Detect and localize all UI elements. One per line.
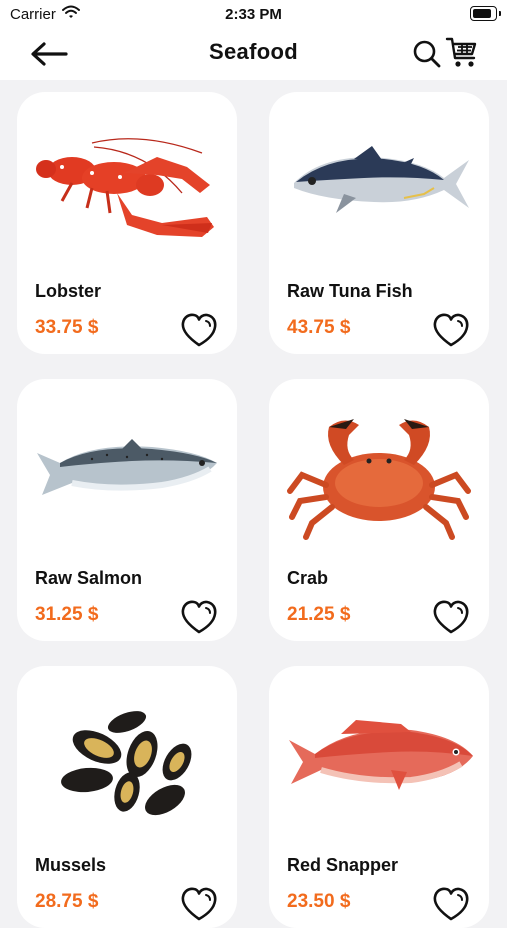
product-image-lobster [29, 118, 225, 258]
favorite-button[interactable] [179, 312, 219, 348]
product-image-mussels [29, 692, 225, 832]
status-bar: Carrier 2:33 PM [0, 0, 507, 28]
heart-icon [181, 887, 217, 921]
search-icon [413, 40, 441, 68]
product-name: Raw Salmon [35, 568, 143, 588]
product-price: 33.75 $ [35, 317, 99, 338]
product-card[interactable]: Red Snapper 23.50 $ [269, 666, 489, 928]
product-image-tuna [281, 118, 477, 258]
cart-button[interactable] [444, 34, 480, 72]
favorite-button[interactable] [431, 599, 471, 635]
heart-icon [433, 313, 469, 347]
heart-icon [181, 600, 217, 634]
product-card[interactable]: Raw Tuna Fish 43.75 $ [269, 92, 489, 354]
search-button[interactable] [410, 36, 444, 72]
favorite-button[interactable] [179, 886, 219, 922]
product-price: 21.25 $ [287, 604, 351, 625]
product-price: 43.75 $ [287, 317, 351, 338]
product-card[interactable]: Raw Salmon 31.25 $ [17, 379, 237, 641]
favorite-button[interactable] [179, 599, 219, 635]
cart-icon [445, 37, 477, 67]
product-card[interactable]: Crab 21.25 $ [269, 379, 489, 641]
product-name: Lobster [35, 281, 102, 301]
product-name: Crab [287, 568, 329, 588]
favorite-button[interactable] [431, 886, 471, 922]
product-name: Mussels [35, 855, 107, 875]
heart-icon [433, 600, 469, 634]
product-grid: Lobster 33.75 $ Raw Tuna Fish 43.75 $ Ra… [0, 80, 507, 928]
product-card[interactable]: Lobster 33.75 $ [17, 92, 237, 354]
product-price: 28.75 $ [35, 891, 99, 912]
product-price: 31.25 $ [35, 604, 99, 625]
nav-bar: Seafood [0, 28, 507, 80]
product-price: 23.50 $ [287, 891, 351, 912]
heart-icon [181, 313, 217, 347]
heart-icon [433, 887, 469, 921]
product-image-snapper [281, 692, 477, 832]
product-image-crab [281, 405, 477, 545]
product-image-salmon [29, 405, 225, 545]
product-card[interactable]: Mussels 28.75 $ [17, 666, 237, 928]
clock: 2:33 PM [225, 6, 282, 23]
product-name: Red Snapper [287, 855, 399, 875]
battery-icon [470, 6, 501, 21]
favorite-button[interactable] [431, 312, 471, 348]
product-name: Raw Tuna Fish [287, 281, 413, 301]
